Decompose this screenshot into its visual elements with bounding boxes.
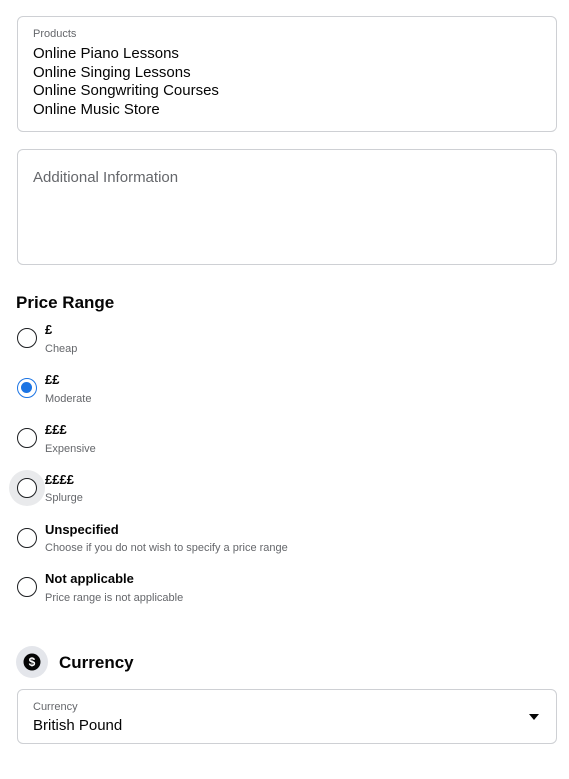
radio-button[interactable] (17, 478, 37, 498)
radio-button[interactable] (17, 528, 37, 548)
currency-select-value: British Pound (33, 717, 123, 734)
radio-button[interactable] (17, 328, 37, 348)
currency-title: Currency (59, 653, 134, 672)
price-option-not-applicable[interactable]: Not applicable Price range is not applic… (0, 563, 569, 611)
price-option-cheap[interactable]: £ Cheap (0, 314, 569, 362)
caret-down-icon (529, 714, 539, 720)
price-option-label: Unspecified (45, 522, 119, 537)
price-option-description: Moderate (45, 393, 92, 405)
price-option-unspecified[interactable]: Unspecified Choose if you do not wish to… (0, 514, 569, 562)
price-option-label: £££ (45, 422, 67, 437)
price-option-description: Choose if you do not wish to specify a p… (45, 542, 288, 554)
radio-button[interactable] (17, 428, 37, 448)
price-option-splurge[interactable]: ££££ Splurge (0, 464, 569, 512)
product-line: Online Piano Lessons (33, 45, 179, 62)
currency-select-label: Currency (33, 701, 78, 713)
svg-text:$: $ (29, 655, 36, 669)
additional-information-placeholder: Additional Information (33, 169, 179, 186)
product-line: Online Singing Lessons (33, 63, 191, 81)
product-line: Online Songwriting Courses (33, 82, 219, 100)
price-option-label: £ (45, 322, 53, 337)
dollar-circle-icon: $ (16, 646, 48, 678)
price-option-description: Price range is not applicable (45, 592, 184, 604)
price-option-moderate[interactable]: ££ Moderate (0, 364, 569, 412)
dollar-icon-glyph: $ (23, 653, 41, 671)
products-field[interactable]: Products Online Piano Lessons Online Sin… (17, 16, 557, 132)
product-line: Online Music Store (33, 101, 160, 119)
price-option-expensive[interactable]: £££ Expensive (0, 414, 569, 462)
price-option-label: Not applicable (45, 571, 134, 586)
products-label: Products (33, 28, 77, 40)
price-option-description: Expensive (45, 443, 96, 455)
price-range-title: Price Range (16, 293, 115, 312)
currency-header: $ Currency (16, 646, 316, 678)
price-option-label: ££ (45, 372, 60, 387)
price-option-description: Cheap (45, 343, 78, 355)
price-option-label: ££££ (45, 472, 74, 487)
additional-information-textarea[interactable]: Additional Information (17, 149, 557, 265)
radio-button[interactable] (17, 577, 37, 597)
currency-select[interactable]: Currency British Pound (17, 689, 557, 744)
price-option-description: Splurge (45, 492, 83, 504)
products-list: Online Piano Lessons Online Singing Less… (33, 45, 219, 120)
radio-button-selected[interactable] (17, 378, 37, 398)
